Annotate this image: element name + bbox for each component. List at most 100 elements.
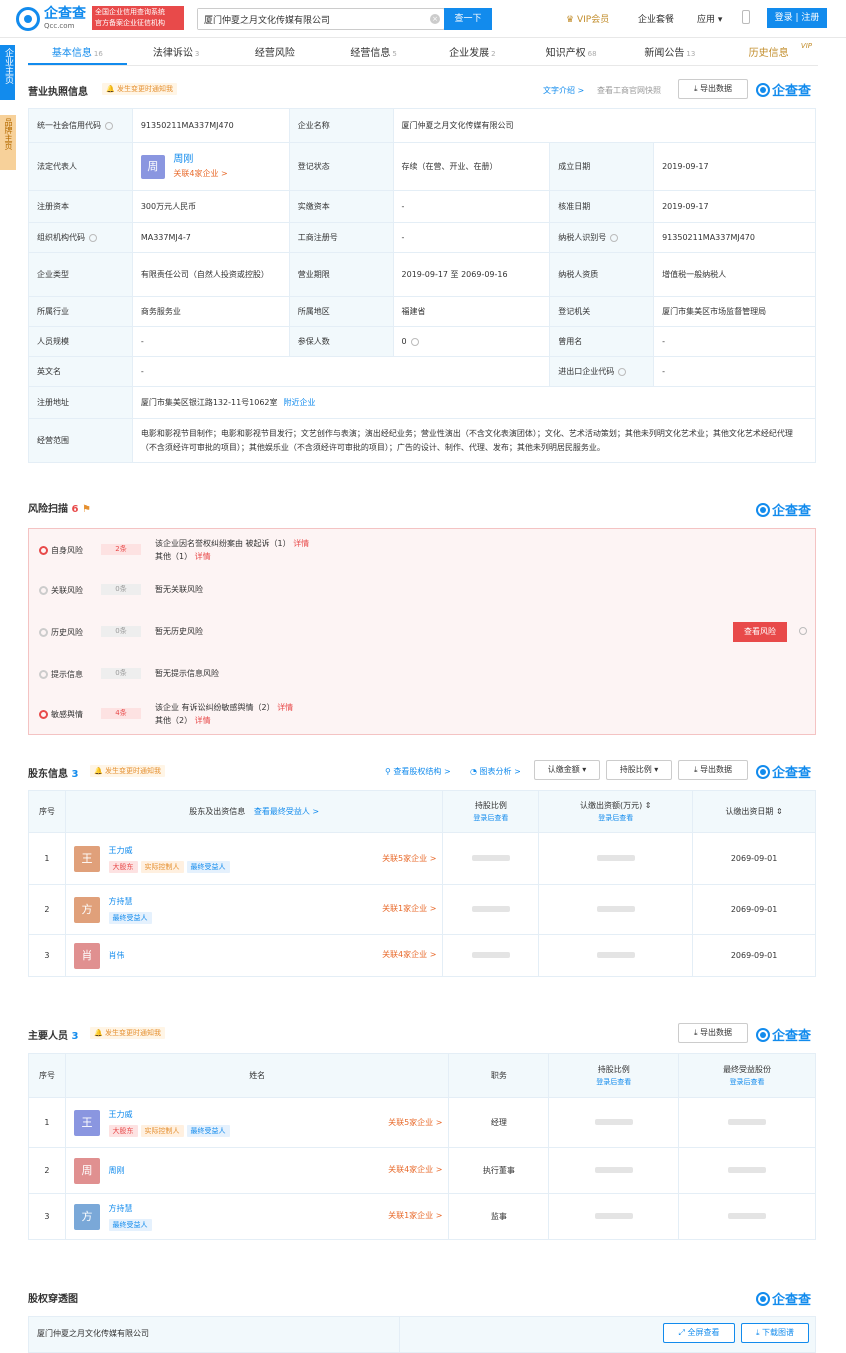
risk-history[interactable]: 历史风险 [39,627,83,638]
tab-risk[interactable]: 经营风险 [226,40,325,65]
org-code-value: MA337MJ4-7 [131,222,290,253]
tab-news[interactable]: 新闻公告 13 [621,40,720,65]
person-name[interactable]: 王力威 [109,1107,233,1123]
legal-rep-name[interactable]: 周刚 [173,153,227,167]
info-icon[interactable] [410,337,419,346]
shareholder-name[interactable]: 肖伟 [109,951,125,960]
nearby-companies-link[interactable]: 附近企业 [284,398,316,407]
tab-operation[interactable]: 经营信息 5 [324,40,423,65]
person-role: 执行董事 [448,1147,550,1194]
masked-value [596,952,635,958]
login-register-button[interactable]: 登录 | 注册 [767,8,827,28]
info-icon[interactable] [618,367,627,376]
login-view-link[interactable]: 登录后查看 [539,813,692,823]
side-brand-home[interactable]: 品牌主页 [0,115,16,170]
industry-key: 所属行业 [28,296,133,327]
package-link[interactable]: 企业套餐 [638,12,674,25]
biz-export-button[interactable]: ⤓ 导出数据 [678,79,748,99]
info-icon[interactable] [799,627,807,635]
col-amount[interactable]: 认缴出资额(万元) ⇕ 登录后查看 [538,790,694,833]
search-box: × [197,8,445,30]
ratio-select[interactable]: 持股比例 ▾ [606,760,672,780]
snapshot-link[interactable]: 查看工商官网快照 [597,85,661,96]
expand-icon: ⤢ [678,1328,685,1337]
fullscreen-label: 全屏查看 [687,1328,720,1337]
amount-select[interactable]: 认缴金额 ▾ [534,760,600,780]
detail-link[interactable]: 详情 [293,539,309,548]
brand-label: 企查查 [772,766,812,781]
view-beneficiary-link[interactable]: 查看最终受益人 > [254,807,319,816]
login-view-link[interactable]: 登录后查看 [443,813,538,823]
search-input[interactable] [198,9,418,29]
col-ratio[interactable]: 持股比例 登录后查看 [442,790,540,833]
tab-count: 5 [392,50,397,58]
risk-self[interactable]: 自身风险 [39,545,83,556]
risk-sentiment[interactable]: 敏感舆情 [39,709,83,720]
bell-icon: 🔔 [94,767,103,775]
view-risk-button[interactable]: 查看风险 [733,622,787,642]
capital-value: 300万元人民币 [131,190,290,223]
person-name[interactable]: 周刚 [109,1166,125,1175]
detail-link[interactable]: 详情 [195,716,211,725]
brand-label: 企查查 [772,84,812,99]
tab-development[interactable]: 企业发展 2 [423,40,522,65]
chart-analysis-link[interactable]: ◔ 图表分析 > [470,766,521,777]
related-companies-link[interactable]: 关联4家企业 > [382,949,436,960]
divider [399,1317,400,1353]
legal-rep-cell: 周 周刚 关联4家企业 > [131,142,290,191]
detail-link[interactable]: 详情 [195,552,211,561]
related-companies-link[interactable]: 关联5家企业 > [388,1117,442,1128]
mobile-icon[interactable] [742,10,750,24]
biz-info-table: 统一社会信用代码 91350211MA337MJ470 企业名称 厦门仲夏之月文… [28,108,817,463]
text-intro-link[interactable]: 文字介绍 > [543,85,584,96]
login-view-link[interactable]: 登录后查看 [679,1077,815,1087]
risk-related[interactable]: 关联风险 [39,585,83,596]
clear-icon[interactable]: × [430,14,440,24]
tab-ip[interactable]: 知识产权 68 [522,40,621,65]
tab-label: 经营信息 [350,48,391,59]
people-notify-tag[interactable]: 🔔 发生变更时通知我 [90,1027,165,1039]
shield-icon [39,546,48,555]
detail-link[interactable]: 详情 [277,703,293,712]
download-graph-button[interactable]: ⤓ 下载图谱 [741,1323,809,1343]
info-icon[interactable] [105,121,113,130]
related-companies-link[interactable]: 关联4家企业 > [388,1164,442,1175]
col-date[interactable]: 认缴出资日期 ⇕ [692,790,816,833]
company-name-value: 厦门仲夏之月文化传媒有限公司 [392,108,817,143]
shareholder-cell: 肖 肖伟 关联4家企业 > [64,934,444,977]
tab-history[interactable]: 历史信息 VIP [719,40,818,65]
related-companies-link[interactable]: 关联1家企业 > [388,1210,442,1221]
related-companies-link[interactable]: 关联1家企业 > [382,903,436,914]
company-type-value: 有限责任公司（自然人投资或控股） [131,252,290,297]
shareholders-export-button[interactable]: ⤓ 导出数据 [678,760,748,780]
vip-link[interactable]: ♛ VIP会员 [566,12,609,25]
fullscreen-button[interactable]: ⤢ 全屏查看 [663,1323,735,1343]
equity-structure-link[interactable]: ⚲ 查看股权结构 > [385,766,451,777]
notify-label: 发生变更时通知我 [104,1029,161,1037]
search-button[interactable]: 查一下 [444,8,492,30]
shareholders-notify-tag[interactable]: 🔔 发生变更时通知我 [90,765,165,777]
side-company-home[interactable]: 企业主页 [0,45,15,100]
logo-icon [16,7,40,31]
sort-icon[interactable]: ⇕ [776,807,783,816]
qcc-brand-mark: 企查查 [756,80,811,99]
caret-down-icon: ▾ [654,765,659,774]
shareholder-name[interactable]: 方持慧 [109,894,155,910]
sort-icon[interactable]: ⇕ [645,801,652,810]
info-icon[interactable] [610,233,619,242]
bell-icon: 🔔 [94,1029,103,1037]
apps-menu[interactable]: 应用 ▾ [697,12,722,25]
tab-basic[interactable]: 基本信息 16 [28,40,127,65]
info-icon[interactable] [89,233,97,242]
people-export-button[interactable]: ⤓ 导出数据 [678,1023,748,1043]
tab-legal[interactable]: 法律诉讼 3 [127,40,226,65]
related-companies-link[interactable]: 关联5家企业 > [382,853,436,864]
person-name[interactable]: 方持慧 [109,1201,155,1217]
qcc-logo[interactable]: 企查查 Qcc.com [16,6,86,32]
login-view-link[interactable]: 登录后查看 [549,1077,678,1087]
shareholder-name[interactable]: 王力威 [109,843,233,859]
biz-notify-tag[interactable]: 🔔 发生变更时通知我 [102,83,177,95]
risk-history-detail: 暂无历史风险 [155,627,203,636]
risk-notice[interactable]: 提示信息 [39,669,83,680]
legal-rep-related[interactable]: 关联4家企业 > [173,169,227,178]
